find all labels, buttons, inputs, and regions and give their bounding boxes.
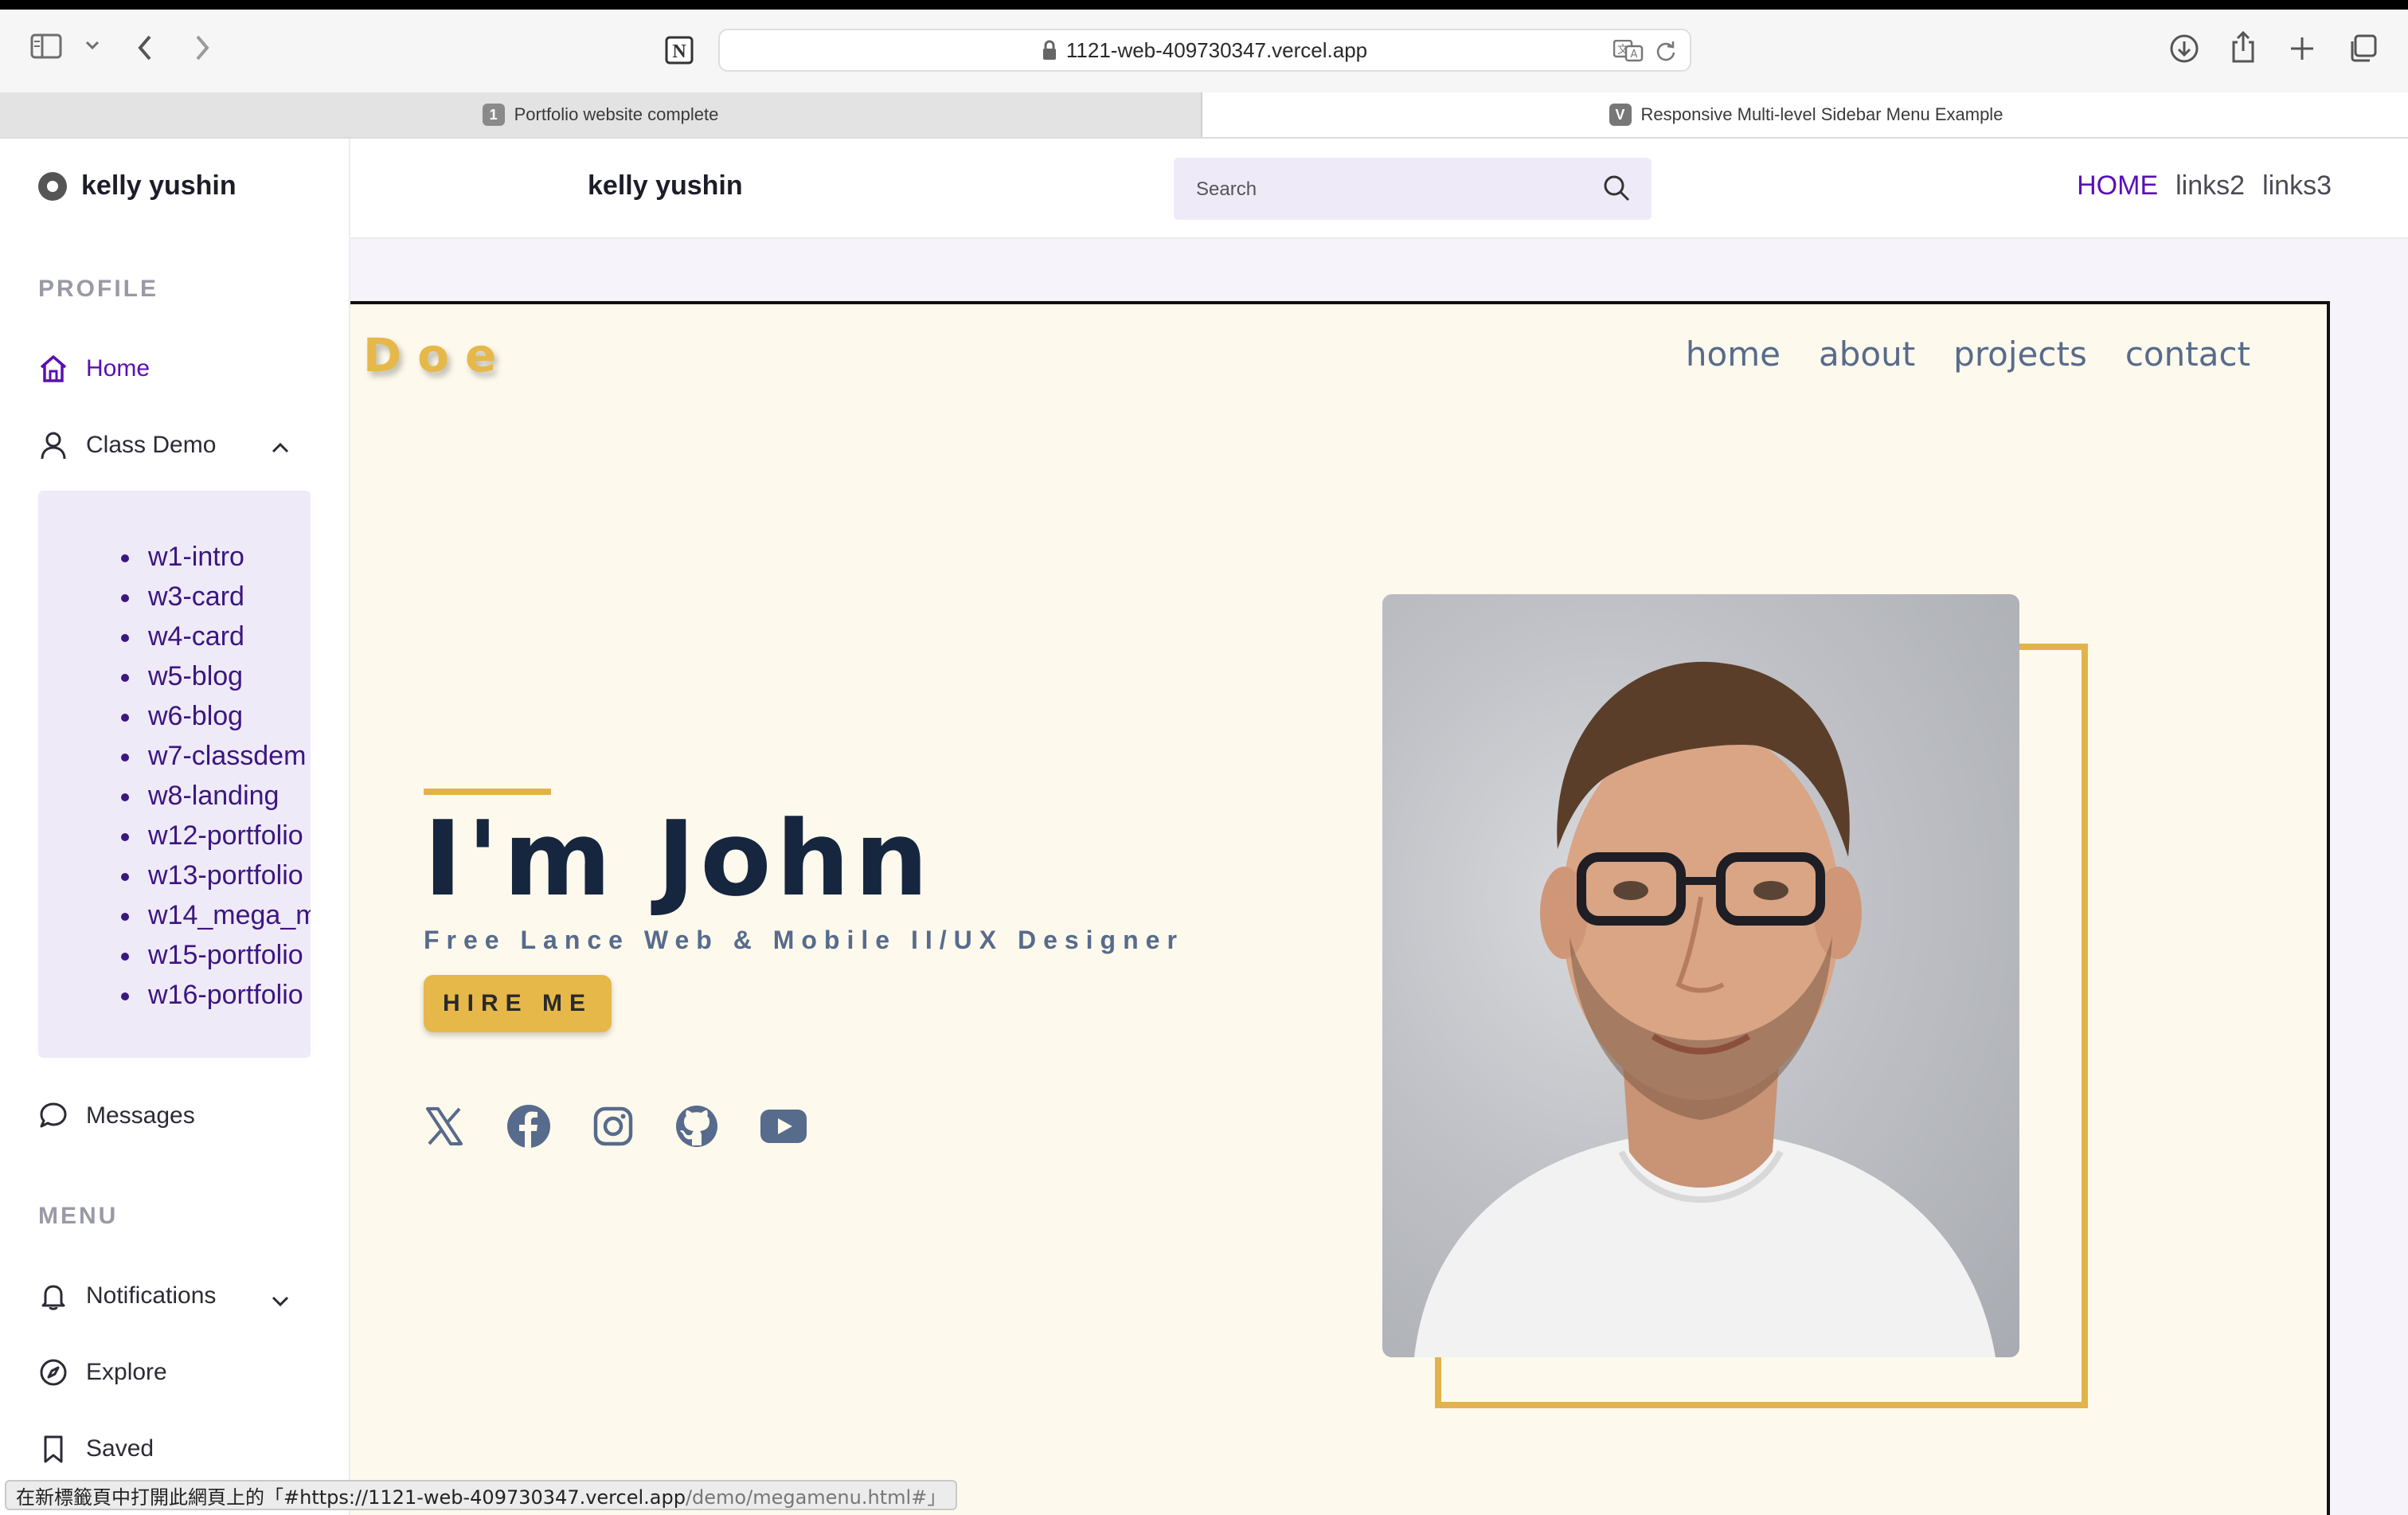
tab-label: Portfolio website complete (514, 104, 719, 124)
svg-text:N: N (672, 41, 686, 62)
section-title-menu: MENU (38, 1203, 119, 1229)
url-text: 1121-web-409730347.vercel.app (1065, 37, 1368, 62)
brand-logo-icon (38, 171, 67, 201)
sidebar-item-notifications[interactable]: Notifications (38, 1281, 216, 1311)
submenu-item[interactable]: w5-blog (38, 656, 311, 696)
tab-favicon: 1 (482, 104, 505, 126)
toplink-links2[interactable]: links2 (2175, 170, 2245, 202)
sidebar-item-label: Notifications (86, 1282, 217, 1309)
instagram-icon[interactable] (592, 1106, 634, 1151)
chevron-down-icon[interactable] (84, 40, 100, 51)
portfolio-nav: home about projects contact (1686, 335, 2250, 374)
submenu-item[interactable]: w4-card (38, 617, 311, 656)
bookmark-icon (44, 1435, 63, 1463)
sidebar-item-class-demo[interactable]: Class Demo (38, 430, 301, 460)
submenu-item[interactable]: w3-card (38, 577, 311, 617)
user-icon (41, 432, 66, 460)
new-tab-plus-icon[interactable] (2289, 35, 2316, 62)
hero-subtitle: Free Lance Web & Mobile II/UX Designer (424, 926, 1184, 954)
sidebar: kelly yushin PROFILE Home Class Demo w1-… (0, 139, 350, 1515)
class-demo-submenu: w1-intro w3-card w4-card w5-blog w6-blog… (38, 491, 311, 1058)
portfolio-frame: Doe home about projects contact I'm John… (350, 301, 2330, 1515)
share-icon[interactable] (2230, 30, 2257, 64)
submenu-item[interactable]: w1-intro (38, 537, 311, 577)
site-name[interactable]: kelly yushin (588, 170, 743, 202)
portfolio-nav-about[interactable]: about (1819, 335, 1915, 374)
tab-overview-icon[interactable] (2347, 33, 2378, 64)
submenu-item[interactable]: w15-portfolio (38, 935, 311, 975)
browser-toolbar: N 1121-web-409730347.vercel.app 文A (0, 10, 2408, 92)
top-links: HOME links2 links3 (2077, 170, 2332, 202)
sidebar-item-label: Saved (86, 1435, 154, 1462)
sidebar-item-home[interactable]: Home (38, 354, 150, 384)
sidebar-item-label: Home (86, 355, 150, 382)
tab-sidebar-menu-example[interactable]: V Responsive Multi-level Sidebar Menu Ex… (1204, 92, 2408, 137)
sidebar-item-explore[interactable]: Explore (38, 1357, 167, 1388)
submenu-item[interactable]: w7-classdem (38, 736, 311, 776)
back-arrow-icon[interactable] (135, 33, 154, 62)
social-links (424, 1104, 807, 1153)
svg-text:A: A (1631, 49, 1638, 61)
translate-icon[interactable]: 文A (1612, 39, 1644, 66)
tab-bar: 1 Portfolio website complete V Responsiv… (0, 92, 2408, 139)
hire-me-button[interactable]: HIRE ME (424, 975, 612, 1032)
status-text: 在新標籤頁中打開此網頁上的「#https://1121-web-40973034… (16, 1486, 686, 1509)
compass-icon (40, 1359, 67, 1386)
portfolio-nav-contact[interactable]: contact (2125, 335, 2250, 374)
brand-name: kelly yushin (81, 170, 236, 201)
chat-bubble-icon (40, 1102, 67, 1128)
profile-photo (1382, 594, 2019, 1357)
link-status-bar: 在新標籤頁中打開此網頁上的「#https://1121-web-40973034… (5, 1480, 958, 1510)
top-navbar: kelly yushin Search HOME links2 links3 (350, 139, 2408, 239)
tab-label: Responsive Multi-level Sidebar Menu Exam… (1640, 104, 2003, 124)
download-icon[interactable] (2169, 33, 2199, 64)
portfolio-logo[interactable]: Doe (363, 328, 512, 382)
sidebar-item-label: Class Demo (86, 432, 217, 458)
reload-icon[interactable] (1655, 40, 1677, 66)
home-icon (40, 355, 67, 382)
search-input[interactable]: Search (1174, 158, 1652, 220)
portfolio-nav-home[interactable]: home (1686, 335, 1781, 374)
sidebar-item-messages[interactable]: Messages (38, 1101, 195, 1131)
window-top-edge (0, 0, 2408, 10)
x-icon[interactable] (424, 1106, 465, 1151)
toplink-links3[interactable]: links3 (2262, 170, 2332, 202)
sidebar-item-label: Explore (86, 1359, 167, 1385)
submenu-item[interactable]: w12-portfolio (38, 816, 311, 855)
title-accent-bar (424, 789, 551, 795)
youtube-icon[interactable] (760, 1109, 807, 1148)
chevron-down-icon[interactable] (271, 1295, 290, 1312)
tab-favicon: V (1609, 104, 1632, 126)
sidebar-brand[interactable]: kelly yushin (38, 170, 236, 202)
toplink-home[interactable]: HOME (2077, 170, 2158, 202)
bell-icon (41, 1285, 65, 1310)
github-icon[interactable] (675, 1105, 718, 1152)
facebook-icon[interactable] (506, 1104, 551, 1153)
search-icon[interactable] (1602, 174, 1631, 206)
hero-title: I'm John (424, 798, 933, 919)
submenu-item[interactable]: w6-blog (38, 696, 311, 736)
notion-icon[interactable]: N (664, 35, 694, 65)
submenu-item[interactable]: w8-landing (38, 776, 311, 816)
sidebar-toggle-icon[interactable] (30, 33, 62, 59)
chevron-up-icon[interactable] (271, 441, 290, 458)
submenu-item[interactable]: w14_mega_menu (38, 895, 311, 935)
sidebar-item-saved[interactable]: Saved (38, 1434, 154, 1464)
sidebar-item-label: Messages (86, 1102, 195, 1129)
address-bar[interactable]: 1121-web-409730347.vercel.app 文A (718, 29, 1691, 72)
submenu-item[interactable]: w13-portfolio (38, 855, 311, 895)
forward-arrow-icon[interactable] (193, 33, 212, 62)
tab-portfolio[interactable]: 1 Portfolio website complete (0, 92, 1202, 137)
section-title-profile: PROFILE (38, 276, 159, 302)
submenu-item[interactable]: w16-portfolio (38, 975, 311, 1015)
status-text-path: /demo/megamenu.html#」 (685, 1486, 947, 1509)
search-placeholder: Search (1196, 178, 1257, 200)
portfolio-nav-projects[interactable]: projects (1953, 335, 2087, 374)
lock-icon (1042, 40, 1056, 60)
